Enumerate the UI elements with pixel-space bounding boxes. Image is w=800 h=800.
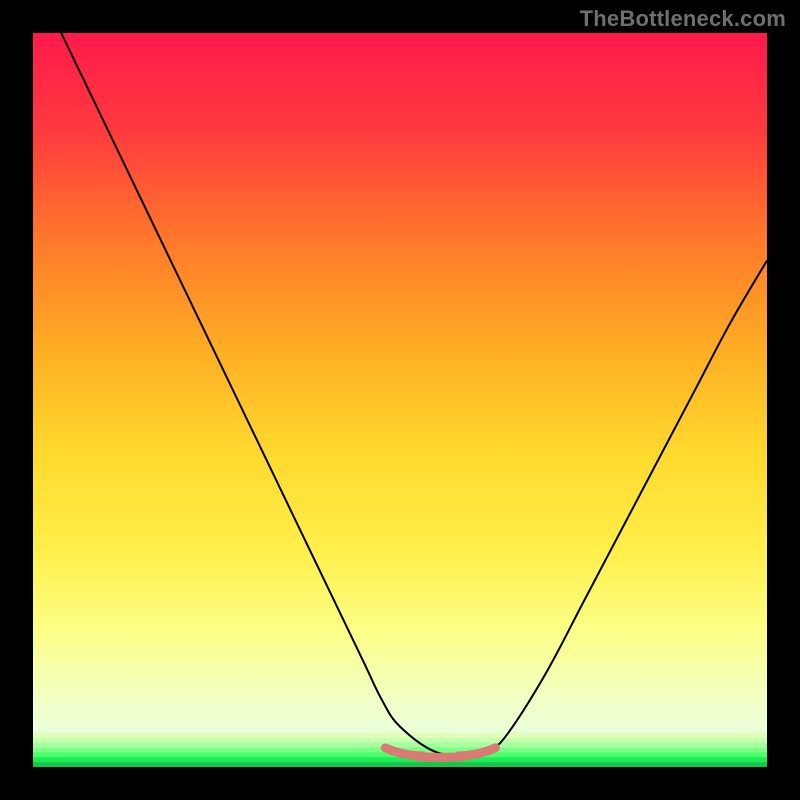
gradient-background [33, 33, 767, 733]
bottleneck-chart [33, 33, 767, 767]
watermark-text: TheBottleneck.com [580, 6, 786, 32]
plot-area [33, 33, 767, 767]
chart-frame: TheBottleneck.com [0, 0, 800, 800]
